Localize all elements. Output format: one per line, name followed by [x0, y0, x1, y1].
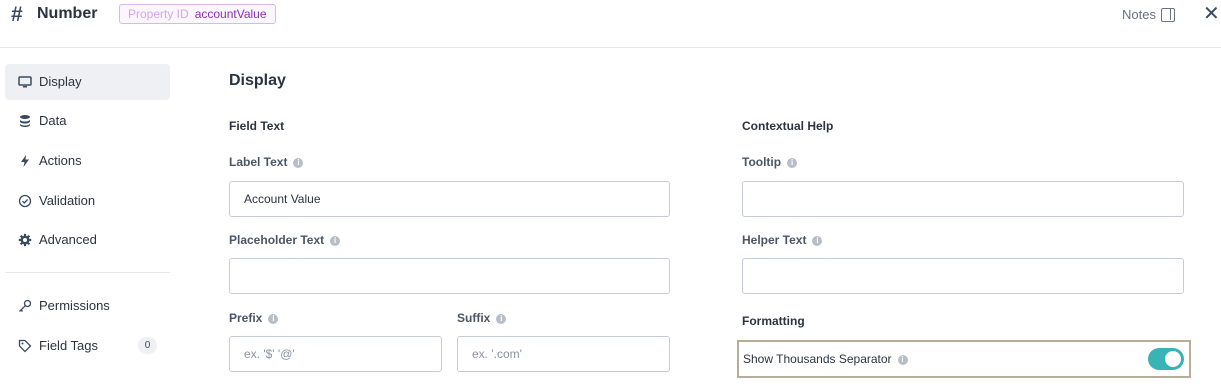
sidebar-item-label: Display — [39, 74, 82, 89]
database-icon — [20, 115, 30, 127]
info-icon[interactable]: i — [897, 354, 908, 365]
key-icon — [19, 299, 32, 312]
label-text-label: Label Text i — [229, 155, 304, 169]
info-icon[interactable]: i — [330, 235, 341, 246]
close-icon[interactable]: ✕ — [1203, 2, 1220, 26]
monitor-icon — [18, 76, 32, 88]
sidebar-item-field-tags[interactable]: Field Tags 0 — [5, 328, 170, 364]
info-icon[interactable]: i — [293, 157, 304, 168]
property-id-value: accountValue — [194, 7, 267, 21]
prefix-label: Prefix i — [229, 311, 279, 325]
sidebar-item-validation[interactable]: Validation — [5, 183, 170, 219]
suffix-input[interactable]: ex. '.com' — [457, 336, 670, 372]
property-id-badge: Property ID accountValue — [119, 4, 276, 24]
helper-text-label: Helper Text i — [742, 233, 823, 247]
thousands-separator-label: Show Thousands Separator i — [743, 352, 908, 366]
sidebar-item-actions[interactable]: Actions — [5, 143, 170, 179]
sidebar-item-advanced[interactable]: Advanced — [5, 222, 170, 258]
lightning-icon — [21, 155, 29, 167]
section-title: Display — [229, 72, 286, 89]
property-id-label: Property ID — [128, 7, 189, 21]
hash-icon: # — [11, 3, 23, 26]
thousands-separator-toggle[interactable] — [1148, 348, 1184, 370]
label-text-input[interactable]: Account Value — [229, 181, 670, 217]
notes-panel-icon[interactable] — [1161, 8, 1175, 22]
suffix-label: Suffix i — [457, 311, 507, 325]
placeholder-text-input[interactable] — [229, 258, 670, 294]
sidebar-divider — [5, 272, 170, 273]
sidebar-item-label: Data — [39, 113, 67, 128]
sidebar-item-label: Field Tags — [39, 338, 99, 353]
placeholder-text-label: Placeholder Text i — [229, 233, 341, 247]
sidebar: Display Data Actions Validation Advanced… — [0, 49, 176, 389]
sidebar-item-label: Advanced — [39, 232, 97, 247]
tooltip-input[interactable] — [742, 181, 1184, 217]
check-circle-icon — [18, 194, 32, 208]
sidebar-item-label: Permissions — [39, 298, 110, 313]
field-text-heading: Field Text — [229, 119, 285, 133]
header-bar: # Number Property ID accountValue Notes ✕ — [0, 0, 1221, 48]
field-tags-count-badge: 0 — [138, 337, 157, 354]
formatting-heading: Formatting — [742, 314, 805, 328]
prefix-input[interactable]: ex. '$' '@' — [229, 336, 442, 372]
thousands-separator-row: Show Thousands Separator i — [737, 340, 1191, 378]
notes-button[interactable]: Notes — [1122, 7, 1156, 22]
sidebar-item-data[interactable]: Data — [5, 103, 170, 139]
sidebar-item-display[interactable]: Display — [5, 64, 170, 100]
info-icon[interactable]: i — [496, 313, 507, 324]
tag-icon — [18, 339, 32, 353]
tooltip-label: Tooltip i — [742, 155, 798, 169]
helper-text-input[interactable] — [742, 258, 1184, 294]
toggle-knob — [1165, 351, 1181, 367]
sidebar-item-label: Actions — [39, 153, 82, 168]
info-icon[interactable]: i — [812, 235, 823, 246]
sidebar-item-permissions[interactable]: Permissions — [5, 288, 170, 324]
info-icon[interactable]: i — [787, 157, 798, 168]
sidebar-item-label: Validation — [39, 193, 96, 208]
field-type-title: Number — [37, 5, 98, 22]
info-icon[interactable]: i — [268, 313, 279, 324]
gear-icon — [18, 233, 32, 247]
contextual-help-heading: Contextual Help — [742, 119, 834, 133]
